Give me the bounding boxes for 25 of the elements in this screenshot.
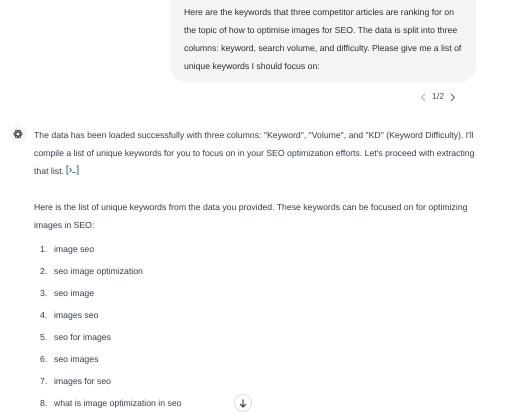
- message-paragraph: Here is the list of unique keywords from the data you provided. These keywords can be focused on for optimizing images in SEO:: [34, 202, 468, 230]
- list-number: 5.: [40, 331, 48, 344]
- list-number: 3.: [40, 287, 48, 300]
- keyword-item: images seo: [54, 309, 98, 322]
- user-message-bubble: Here are the keywords that three competitor articles are ranking for on the topic of how to optimise images for SEO. The data is split into three columns: keyword, search volume, and difficulty. Please give me a list of unique keywords I should focus on:: [170, 0, 476, 82]
- list-number: 7.: [40, 375, 48, 388]
- list-number: 6.: [40, 353, 48, 366]
- keyword-item: images for seo: [54, 375, 111, 388]
- page-counter: 1/2: [432, 90, 444, 104]
- list-number: 8.: [40, 397, 48, 410]
- message-paragraph: The data has been loaded successfully with three columns: "Keyword", "Volume", and "KD" (Keyword Difficulty). I'll compile a list of unique keywords for you to focus on in your SEO optimization efforts. Let's proceed with extracting that list.: [34, 130, 474, 176]
- scroll-down-button[interactable]: [234, 394, 252, 412]
- list-number: 4.: [40, 309, 48, 322]
- next-button[interactable]: [450, 92, 456, 102]
- keyword-item: image seo: [54, 243, 94, 256]
- list-number: 1.: [40, 243, 48, 256]
- keyword-item: seo image optimization: [54, 265, 143, 278]
- keyword-item: seo image: [54, 287, 94, 300]
- keyword-item: seo for images: [54, 331, 111, 344]
- keyword-item: what is image optimization in seo: [54, 397, 182, 410]
- list-number: 2.: [40, 265, 48, 278]
- assistant-avatar-icon: [10, 126, 26, 142]
- code-output-icon[interactable]: [66, 165, 80, 175]
- arrow-down-icon: [239, 398, 247, 408]
- keyword-item: seo images: [54, 353, 98, 366]
